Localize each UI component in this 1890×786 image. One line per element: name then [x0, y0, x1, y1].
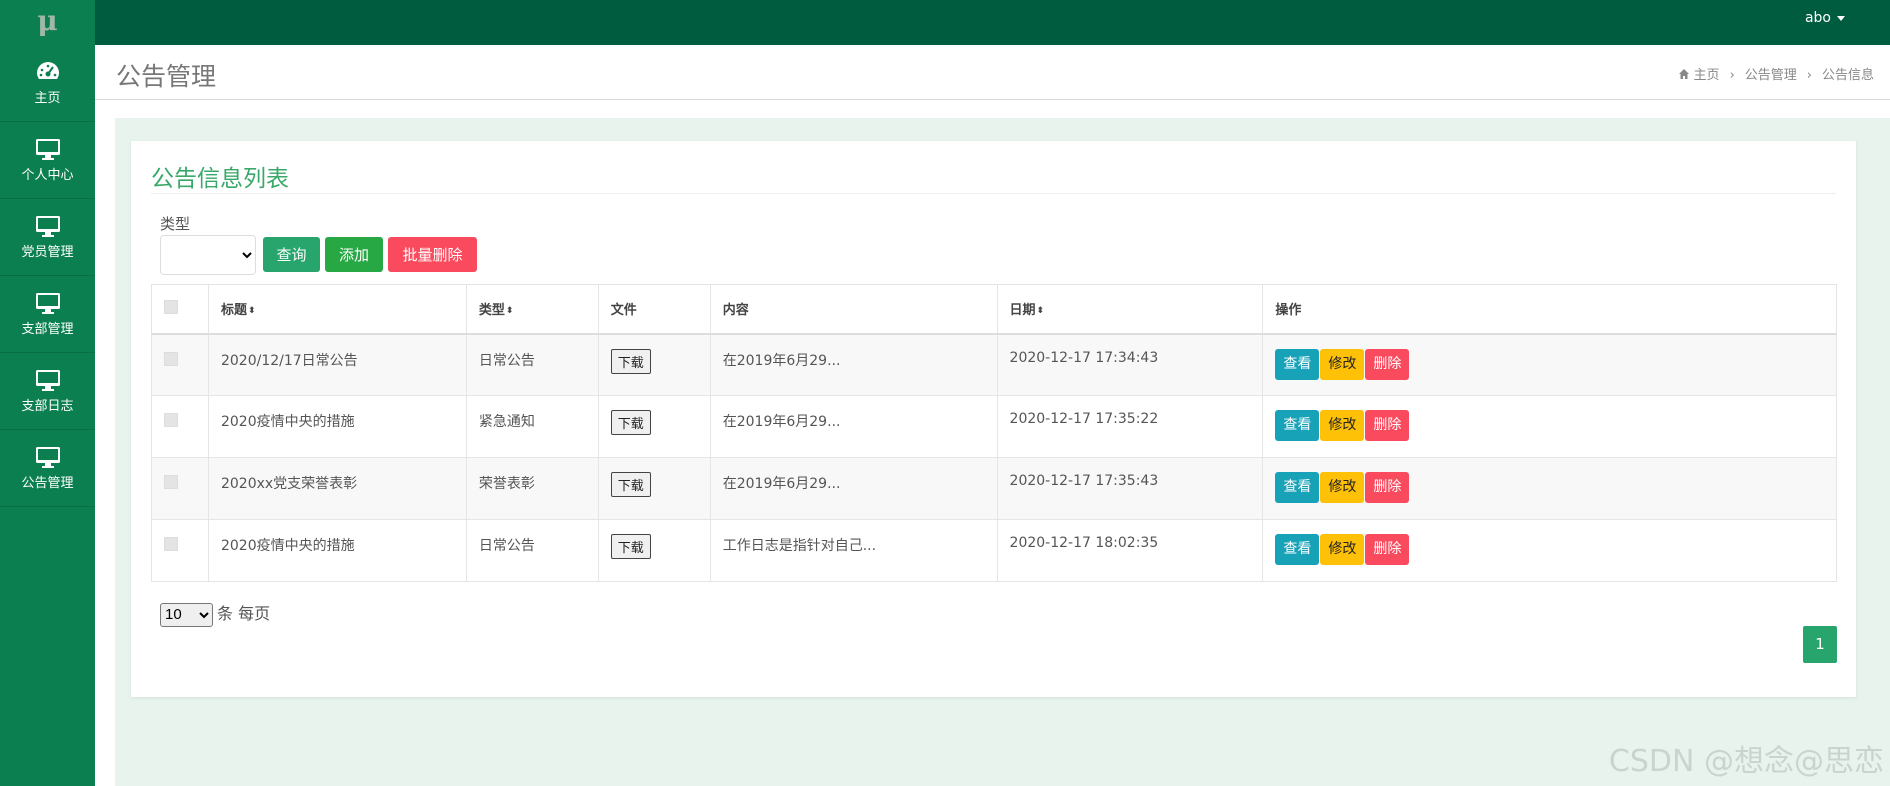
- delete-button[interactable]: 删除: [1365, 534, 1410, 565]
- cell-type: 紧急通知: [465, 395, 599, 458]
- cell-title: 2020xx党支荣誉表彰: [207, 457, 467, 520]
- monitor-icon: [0, 213, 95, 241]
- watermark: CSDN @想念@思恋: [1608, 744, 1884, 779]
- delete-button[interactable]: 删除: [1365, 472, 1410, 503]
- list-card: 公告信息列表 类型 查询 添加 批量删除 标题⬍ 类型⬍ 文件 内容 日期⬍ 操…: [131, 141, 1856, 697]
- cell-content: 在2019年6月29...: [709, 395, 998, 458]
- monitor-icon: [0, 444, 95, 472]
- sidebar-item-label: 支部管理: [21, 322, 74, 337]
- add-button[interactable]: 添加: [325, 237, 383, 272]
- cell-date: 2020-12-17 18:02:35: [996, 519, 1264, 582]
- edit-button[interactable]: 修改: [1320, 534, 1365, 565]
- sort-icon: ⬍: [505, 306, 514, 317]
- breadcrumb-section[interactable]: 公告管理: [1745, 68, 1797, 83]
- divider: [151, 193, 1836, 194]
- delete-button[interactable]: 删除: [1365, 410, 1410, 441]
- cell-title: 2020疫情中央的措施: [207, 395, 467, 458]
- row-checkbox[interactable]: [164, 413, 178, 427]
- sidebar-item-branch-logs[interactable]: 支部日志: [0, 353, 95, 430]
- select-all-cell: [151, 284, 209, 335]
- sidebar-item-label: 个人中心: [21, 168, 74, 183]
- column-header-title[interactable]: 标题⬍: [207, 284, 467, 335]
- breadcrumb-home[interactable]: 主页: [1678, 68, 1720, 83]
- sidebar-item-label: 公告管理: [21, 476, 74, 491]
- card-title: 公告信息列表: [151, 166, 289, 192]
- edit-button[interactable]: 修改: [1320, 410, 1365, 441]
- row-checkbox[interactable]: [164, 351, 178, 366]
- cell-type: 荣誉表彰: [465, 457, 599, 520]
- sidebar-item-home[interactable]: 主页: [0, 45, 95, 122]
- cell-date: 2020-12-17 17:35:43: [996, 457, 1264, 520]
- monitor-icon: [0, 136, 95, 164]
- announcement-table: 标题⬍ 类型⬍ 文件 内容 日期⬍ 操作 2020/12/17日常公告 日常公告…: [151, 284, 1837, 582]
- cell-content: 在2019年6月29...: [709, 333, 998, 396]
- monitor-icon: [0, 367, 95, 395]
- cell-type: 日常公告: [465, 333, 599, 396]
- bulk-delete-button[interactable]: 批量删除: [388, 237, 477, 272]
- column-header-content: 内容: [709, 284, 998, 335]
- view-button[interactable]: 查看: [1275, 534, 1320, 565]
- download-button[interactable]: 下载: [610, 410, 651, 435]
- sidebar: 主页 个人中心 党员管理 支部管理 支部日志 公告管理: [0, 45, 95, 786]
- home-icon: [1678, 69, 1689, 79]
- cell-content: 在2019年6月29...: [709, 457, 998, 520]
- sidebar-item-announcements[interactable]: 公告管理: [0, 430, 95, 507]
- table-row: 2020疫情中央的措施 紧急通知 下载 在2019年6月29... 2020-1…: [151, 395, 1837, 458]
- app-logo[interactable]: μ: [0, 0, 95, 45]
- breadcrumb-current: 公告信息: [1821, 68, 1874, 83]
- column-header-file: 文件: [597, 284, 711, 335]
- type-filter-label: 类型: [160, 215, 191, 233]
- table-header-row: 标题⬍ 类型⬍ 文件 内容 日期⬍ 操作: [151, 284, 1837, 335]
- sort-icon: ⬍: [1036, 306, 1045, 317]
- top-bar: [0, 0, 1890, 45]
- view-button[interactable]: 查看: [1275, 410, 1320, 441]
- column-header-type[interactable]: 类型⬍: [465, 284, 599, 335]
- page-header: 公告管理 主页 › 公告管理 › 公告信息: [95, 45, 1890, 100]
- sort-icon: ⬍: [248, 306, 256, 317]
- cell-content: 工作日志是指针对自己...: [709, 519, 998, 582]
- sidebar-item-branches[interactable]: 支部管理: [0, 276, 95, 353]
- table-row: 2020xx党支荣誉表彰 荣誉表彰 下载 在2019年6月29... 2020-…: [151, 457, 1837, 520]
- page-size-control: 10条 每页: [160, 600, 270, 627]
- dashboard-icon: [0, 59, 95, 87]
- page-title: 公告管理: [116, 62, 217, 91]
- cell-title: 2020疫情中央的措施: [207, 519, 467, 582]
- breadcrumb: 主页 › 公告管理 › 公告信息: [1678, 64, 1874, 83]
- row-checkbox[interactable]: [164, 475, 178, 489]
- edit-button[interactable]: 修改: [1320, 348, 1365, 380]
- monitor-icon: [0, 290, 95, 318]
- chevron-right-icon: ›: [1729, 68, 1735, 83]
- page-size-select[interactable]: 10: [160, 602, 213, 627]
- view-button[interactable]: 查看: [1275, 472, 1320, 503]
- user-menu[interactable]: abo: [1805, 10, 1845, 26]
- caret-down-icon: [1837, 15, 1845, 21]
- user-name: abo: [1804, 10, 1831, 26]
- pagination-page-1[interactable]: 1: [1803, 626, 1837, 663]
- column-header-actions: 操作: [1262, 284, 1837, 335]
- cell-title: 2020/12/17日常公告: [207, 333, 467, 396]
- cell-type: 日常公告: [465, 519, 599, 582]
- sidebar-item-label: 支部日志: [21, 399, 74, 414]
- table-row: 2020/12/17日常公告 日常公告 下载 在2019年6月29... 202…: [151, 333, 1837, 396]
- sidebar-item-label: 党员管理: [21, 245, 74, 260]
- table-row: 2020疫情中央的措施 日常公告 下载 工作日志是指针对自己... 2020-1…: [151, 519, 1837, 582]
- chevron-right-icon: ›: [1806, 68, 1812, 83]
- type-filter-select[interactable]: [160, 235, 256, 275]
- select-all-checkbox[interactable]: [164, 299, 178, 314]
- sidebar-item-label: 主页: [34, 91, 61, 106]
- row-checkbox[interactable]: [164, 537, 178, 551]
- page-size-label: 条 每页: [217, 604, 271, 623]
- sidebar-item-profile[interactable]: 个人中心: [0, 122, 95, 199]
- download-button[interactable]: 下载: [610, 472, 651, 497]
- cell-date: 2020-12-17 17:34:43: [996, 333, 1264, 396]
- column-header-date[interactable]: 日期⬍: [996, 284, 1264, 335]
- edit-button[interactable]: 修改: [1320, 472, 1365, 503]
- query-button[interactable]: 查询: [263, 237, 320, 272]
- download-button[interactable]: 下载: [610, 534, 651, 559]
- view-button[interactable]: 查看: [1275, 348, 1320, 380]
- cell-date: 2020-12-17 17:35:22: [996, 395, 1264, 458]
- download-button[interactable]: 下载: [610, 348, 651, 374]
- delete-button[interactable]: 删除: [1365, 348, 1410, 380]
- sidebar-item-members[interactable]: 党员管理: [0, 199, 95, 276]
